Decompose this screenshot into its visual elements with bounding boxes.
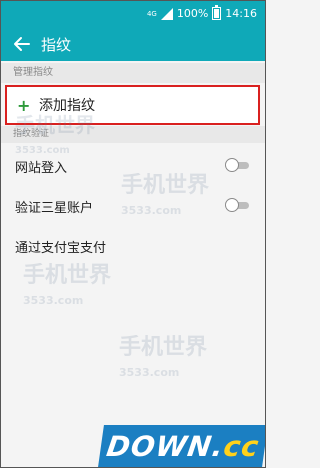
section-header-verify: 指纹验证: [1, 126, 265, 143]
watermark-subtext: 3533.com: [23, 294, 84, 307]
battery-percent: 100%: [176, 7, 209, 20]
back-arrow-icon[interactable]: [13, 35, 31, 53]
toggle-knob: [225, 198, 239, 212]
settings-row-website-login[interactable]: 网站登入: [1, 147, 265, 185]
network-type: 4G: [146, 9, 157, 18]
add-fingerprint-label: 添加指纹: [39, 98, 95, 114]
toggle-knob: [225, 158, 239, 172]
page-title: 指纹: [41, 36, 72, 54]
section-header-manage: 管理指纹: [1, 63, 265, 83]
clock: 14:16: [225, 7, 257, 20]
settings-row-samsung-account[interactable]: 验证三星账户: [1, 187, 265, 225]
down-cc-banner: DOWN. cc: [98, 425, 265, 467]
add-fingerprint-button[interactable]: + 添加指纹: [5, 85, 260, 125]
watermark-logo: 手机世界 3533.com: [119, 329, 207, 380]
row-label: 通过支付宝支付: [15, 240, 107, 256]
row-label: 网站登入: [15, 160, 68, 176]
samsung-account-toggle[interactable]: [225, 198, 249, 212]
app-bar: 指纹: [1, 27, 265, 61]
status-indicators: 4G 100% 14:16: [146, 5, 257, 20]
website-login-toggle[interactable]: [225, 158, 249, 172]
settings-row-alipay[interactable]: 通过支付宝支付: [1, 227, 265, 265]
signal-icon: [160, 7, 173, 20]
watermark-text: 手机世界: [119, 335, 208, 360]
banner-suffix: cc: [221, 429, 262, 463]
row-label: 验证三星账户: [15, 200, 94, 216]
plus-icon: +: [17, 95, 31, 115]
battery-icon: [212, 5, 222, 20]
screen-frame: 4G 100% 14:16 指纹 管理指纹 + 添加指纹 指纹验证 网站登入 验…: [0, 0, 266, 468]
banner-main: DOWN: [104, 429, 215, 463]
status-bar: 4G 100% 14:16: [1, 1, 265, 27]
watermark-subtext: 3533.com: [119, 366, 180, 379]
watermark-text: 手机世界: [23, 263, 112, 288]
